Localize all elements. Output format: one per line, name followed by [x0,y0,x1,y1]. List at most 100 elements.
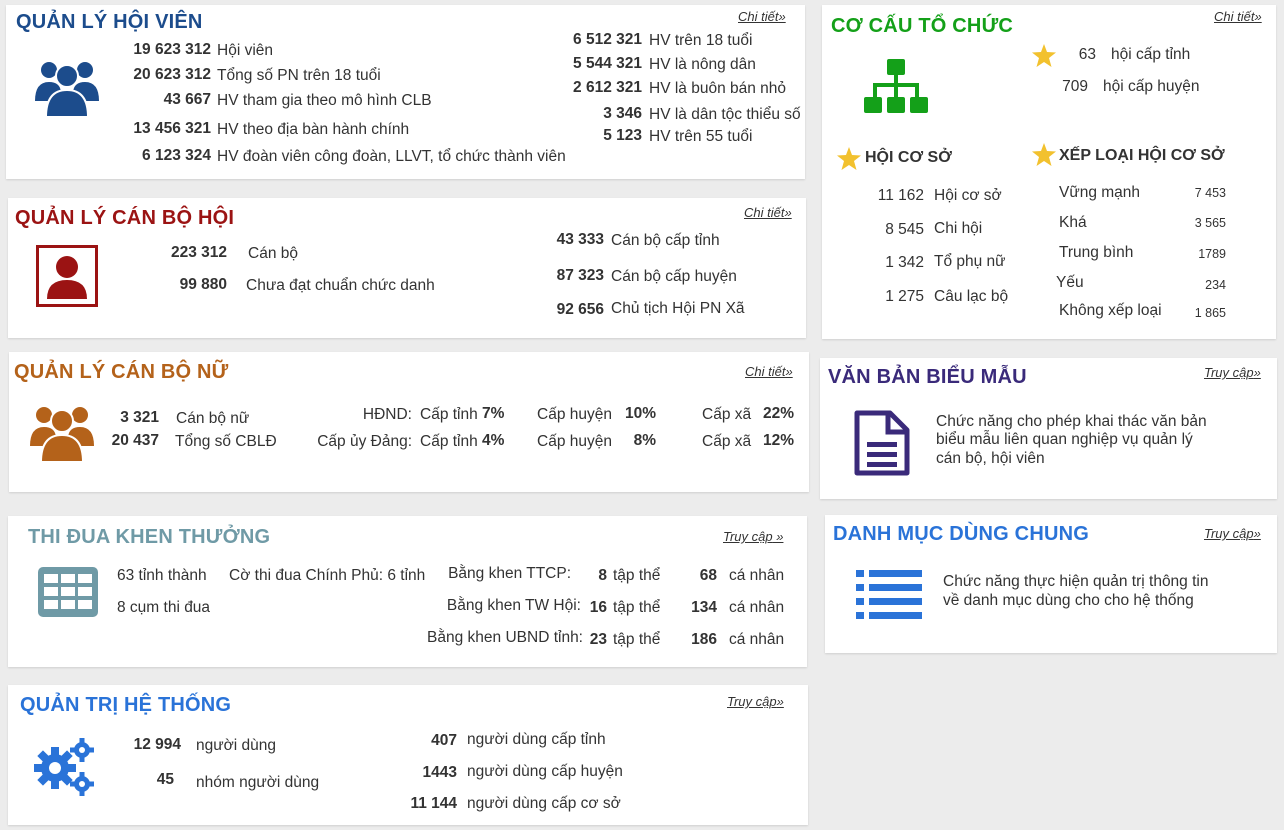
stat-label: người dùng cấp tỉnh [467,731,606,748]
stat-label: Cán bộ cấp tỉnh [611,232,720,249]
stat-label: hội cấp tỉnh [1111,46,1191,63]
stat-label: Chủ tịch Hội PN Xã [611,300,745,317]
stat-label: nhóm người dùng [196,774,320,791]
card-danh-muc: DANH MỤC DÙNG CHUNG Truy cập» Chức năng … [825,515,1277,653]
stat-label: Cấp xã [702,406,752,423]
description-line: biểu mẫu liên quan nghiệp vụ quản lý [936,431,1193,448]
stat-label: Chi hội [934,220,983,237]
stat-label: hội cấp huyện [1103,78,1200,95]
stat-value: 4% [482,432,505,449]
stat-label: Cán bộ cấp huyện [611,268,737,285]
stat-label: Cấp tỉnh [420,406,478,423]
stat-label: người dùng cấp cơ sở [467,795,621,812]
section-title: XẾP LOẠI HỘI CƠ SỞ [1059,147,1225,164]
stat-text: 8 cụm thi đua [117,599,211,616]
star-icon [1032,44,1056,67]
stat-value: 10% [624,405,656,422]
stat-label: Chưa đạt chuẩn chức danh [246,277,435,294]
stat-label: người dùng cấp huyện [467,763,623,780]
stat-label: cá nhân [729,599,785,616]
truy-cap-link[interactable]: Truy cập» [1204,526,1261,541]
card-title: QUẢN LÝ HỘI VIÊN [16,11,203,33]
stat-label: HV là dân tộc thiểu số [649,106,801,123]
stat-value: 45 [156,771,174,788]
rank-label: Không xếp loại [1059,302,1162,319]
stat-label: Tổng số CBLĐ [175,433,277,450]
stat-value: 3 346 [603,105,642,122]
stat-label: HV đoàn viên công đoàn, LLVT, tổ chức th… [217,148,566,165]
stat-label: HV là nông dân [649,56,756,73]
stat-value: 6 512 321 [573,31,642,48]
stat-value: 99 880 [179,276,227,293]
stat-label: HV trên 18 tuổi [649,32,753,49]
description-line: cán bộ, hội viên [936,450,1045,467]
stat-value: 5 544 321 [573,55,642,72]
card-can-bo-nu: QUẢN LÝ CÁN BỘ NỮ Chi tiết» 3 321 Cán bộ… [9,352,809,492]
truy-cap-link[interactable]: Truy cập» [727,694,784,709]
row-name: Bằng khen TTCP: [448,565,571,582]
stat-value: 8% [633,432,656,449]
card-title: CƠ CẤU TỔ CHỨC [831,15,1013,37]
rank-value: 7 453 [1194,186,1226,200]
user-card-icon [36,245,98,307]
stat-value: 2 612 321 [573,79,642,96]
card-quan-tri: QUẢN TRỊ HỆ THỐNG Truy cập» 12 994 người… [8,685,808,825]
stat-label: Câu lạc bộ [934,288,1009,305]
truy-cap-link[interactable]: Truy cập» [1204,365,1261,380]
card-thi-dua: THI ĐUA KHEN THƯỞNG Truy cập » 63 tỉnh t… [8,516,807,667]
users-group-icon [34,55,100,117]
stat-value: 22% [762,405,794,422]
stat-value: 223 312 [170,244,227,261]
rank-value: 3 565 [1194,216,1226,230]
stat-value: 5 123 [603,127,642,144]
chi-tiet-link[interactable]: Chi tiết» [738,9,786,24]
row-name: HĐND: [362,406,412,423]
stat-label: HV tham gia theo mô hình CLB [217,92,432,109]
rank-label: Trung bình [1059,244,1134,261]
stat-label: tập thể [613,567,661,584]
stat-value: 13 456 321 [133,120,211,137]
stat-value: 16 [589,599,607,616]
stat-label: Hội cơ sở [934,187,1002,204]
stat-value: 7% [482,405,505,422]
stat-label: cá nhân [729,631,785,648]
stat-value: 8 [598,567,607,584]
card-title: DANH MỤC DÙNG CHUNG [833,523,1090,545]
stat-label: cá nhân [729,567,785,584]
stat-label: tập thể [613,599,661,616]
row-name: Bằng khen TW Hội: [446,597,581,614]
section-title: HỘI CƠ SỞ [865,149,952,166]
stat-value: 407 [431,732,457,749]
description-line: Chức năng thực hiện quản trị thông tin [943,573,1209,590]
stat-value: 43 333 [556,231,604,248]
stat-value: 186 [691,631,717,648]
truy-cap-link[interactable]: Truy cập » [723,529,783,544]
stat-value: 134 [691,599,717,616]
star-icon [837,147,861,170]
card-can-bo-hoi: QUẢN LÝ CÁN BỘ HỘI Chi tiết» 223 312 Cán… [8,198,806,338]
card-title: QUẢN LÝ CÁN BỘ HỘI [15,207,235,229]
stat-label: Cán bộ nữ [176,410,250,427]
stat-value: 68 [699,567,717,584]
rank-label: Vững mạnh [1059,184,1141,201]
stat-value: 1443 [422,764,457,781]
stat-value: 12 994 [133,736,181,753]
stat-value: 1 275 [885,288,924,305]
row-name: Bằng khen UBND tỉnh: [427,629,583,646]
rank-value: 1789 [1198,247,1226,261]
rank-label: Khá [1059,214,1087,231]
chi-tiet-link[interactable]: Chi tiết» [744,205,792,220]
org-chart-icon [864,59,928,115]
rank-label: Yếu [1056,274,1084,291]
stat-value: 1 342 [885,254,924,271]
stat-label: Tổng số PN trên 18 tuổi [217,67,381,84]
stat-value: 87 323 [556,267,604,284]
stat-value: 709 [1062,78,1088,95]
chi-tiet-link[interactable]: Chi tiết» [745,364,793,379]
stat-label: HV theo địa bàn hành chính [217,121,410,138]
description-line: Chức năng cho phép khai thác văn bản [936,413,1207,430]
chi-tiet-link[interactable]: Chi tiết» [1214,9,1262,24]
users-group-icon [29,400,95,462]
row-name: Cấp ủy Đảng: [317,433,412,450]
stat-text: 63 tỉnh thành [117,567,207,584]
